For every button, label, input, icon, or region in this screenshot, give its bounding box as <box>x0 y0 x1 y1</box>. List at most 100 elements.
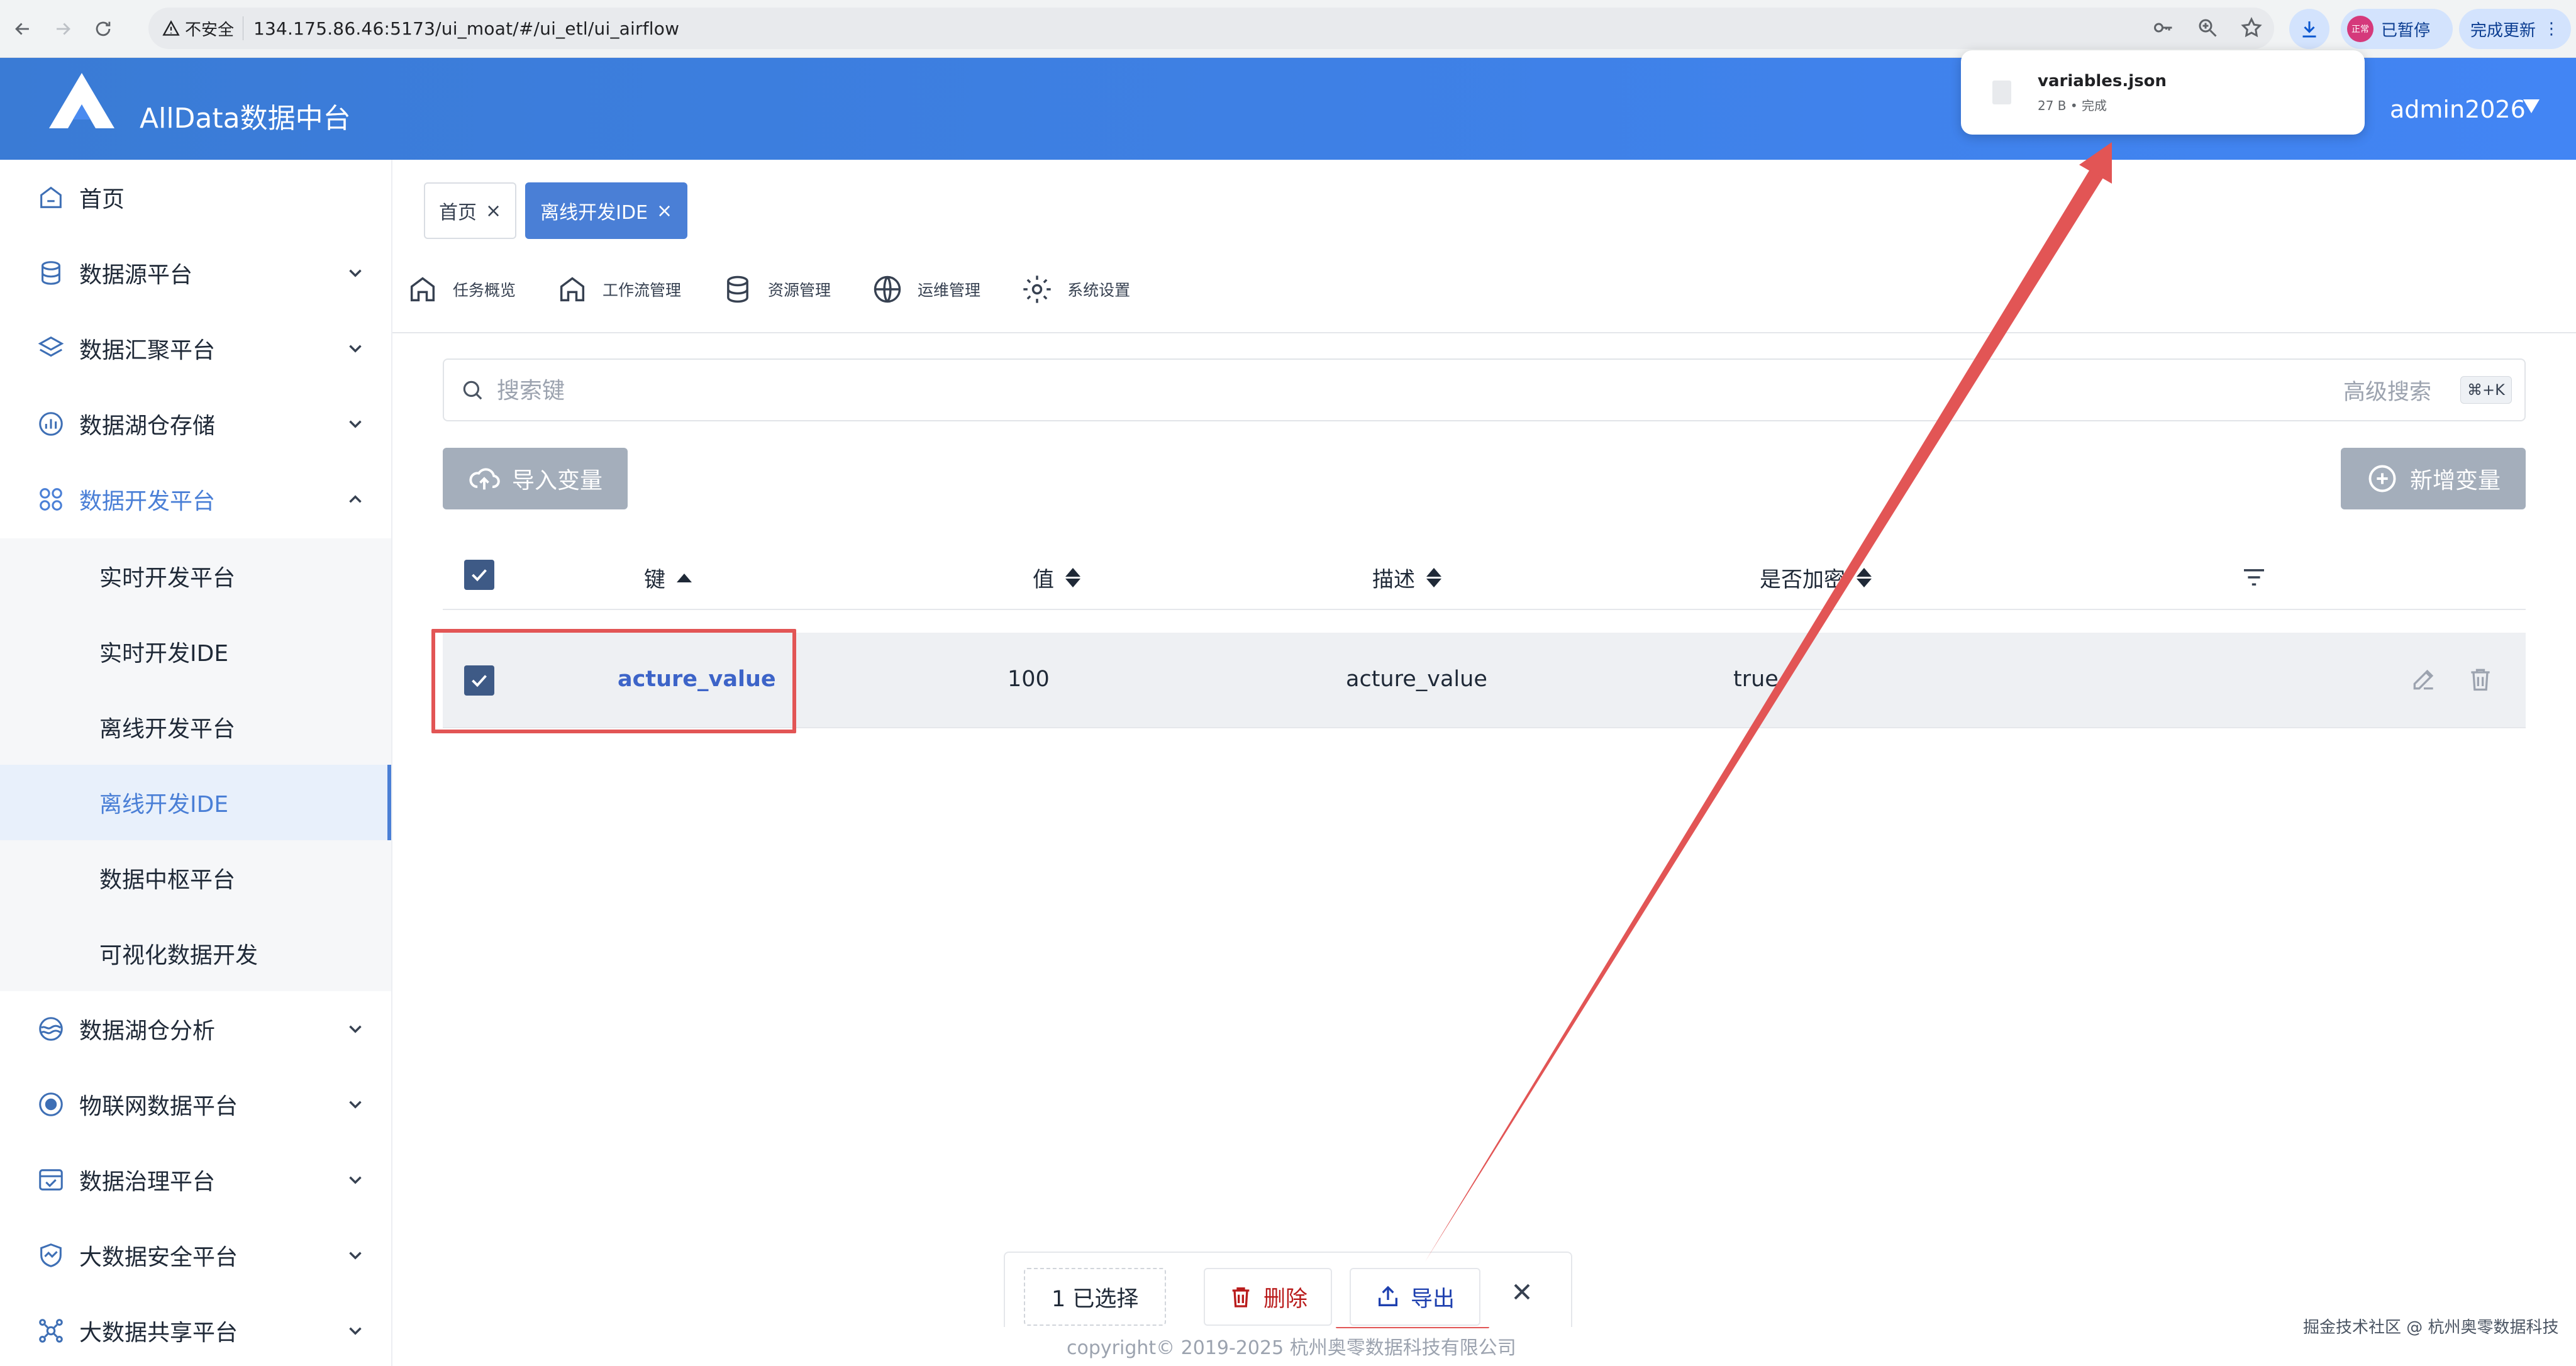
chevron-down-icon <box>345 262 366 284</box>
security-indicator[interactable]: 不安全 <box>162 16 244 40</box>
sidebar-subitem-offline-platform[interactable]: 离线开发平台 <box>0 689 391 765</box>
column-header-description[interactable]: 描述 <box>1372 562 1441 593</box>
toolbar-ops[interactable]: 运维管理 <box>871 267 980 312</box>
sidebar-subitem-label: 可视化数据开发 <box>99 943 258 969</box>
more-vert-icon: ⋮ <box>2543 19 2560 38</box>
sidebar: 首页 数据源平台 数据汇聚平台 数据湖仓存储 数据开发平台 实时开发平台 实时开… <box>0 160 392 1366</box>
chevron-down-icon <box>345 338 366 359</box>
home-icon <box>36 183 65 212</box>
file-icon <box>1992 81 2011 104</box>
sidebar-item-lakehouse-analysis[interactable]: 数据湖仓分析 <box>0 991 391 1067</box>
edit-icon[interactable] <box>2410 665 2438 693</box>
gear-icon <box>1023 275 1051 303</box>
chevron-down-icon <box>345 413 366 435</box>
iot-icon <box>36 1090 65 1119</box>
update-button[interactable]: 完成更新 ⋮ <box>2459 9 2571 49</box>
search-input[interactable] <box>497 374 2132 408</box>
trash-icon[interactable] <box>2467 665 2494 693</box>
sidebar-item-label: 数据湖仓存储 <box>79 413 216 439</box>
sidebar-item-label: 大数据共享平台 <box>79 1320 238 1346</box>
reload-icon[interactable] <box>86 11 121 47</box>
warning-icon <box>162 20 180 36</box>
sort-asc-icon <box>677 573 692 582</box>
database-icon <box>727 275 748 303</box>
user-menu[interactable]: admin2026 <box>2390 96 2526 123</box>
chevron-down-icon <box>345 1320 366 1341</box>
sidebar-subitem-label: 实时开发IDE <box>99 641 229 667</box>
sidebar-item-home[interactable]: 首页 <box>0 160 391 235</box>
column-header-encrypted[interactable]: 是否加密 <box>1760 562 1872 593</box>
column-header-value[interactable]: 值 <box>1033 562 1080 593</box>
sidebar-subitem-visual-dev[interactable]: 可视化数据开发 <box>0 916 391 991</box>
close-icon[interactable] <box>1508 1278 1536 1306</box>
tab-label: 离线开发IDE <box>540 202 648 224</box>
home-icon <box>410 277 435 302</box>
url-text[interactable]: 134.175.86.46:5173/ui_moat/#/ui_etl/ui_a… <box>253 18 679 39</box>
delete-button[interactable]: 删除 <box>1204 1268 1332 1326</box>
sidebar-item-datasource[interactable]: 数据源平台 <box>0 235 391 311</box>
toolbar-task-overview[interactable]: 任务概览 <box>406 267 516 312</box>
forward-icon[interactable] <box>45 11 80 47</box>
search-bar[interactable]: 高级搜索 ⌘+K <box>443 358 2526 421</box>
add-variable-button[interactable]: 新增变量 <box>2341 448 2526 509</box>
download-popup[interactable]: variables.json 27 B • 完成 <box>1961 50 2365 135</box>
sidebar-subitem-label: 离线开发IDE <box>99 792 229 818</box>
sidebar-item-dev-platform[interactable]: 数据开发平台 <box>0 462 391 537</box>
close-icon[interactable]: × <box>657 200 672 222</box>
bulk-action-bar: 1 已选择 删除 导出 <box>1004 1252 1572 1327</box>
layers-icon <box>36 334 65 363</box>
tab-offline-ide[interactable]: 离线开发IDE × <box>525 182 688 239</box>
shield-icon <box>36 1241 65 1270</box>
toolbar-workflow[interactable]: 工作流管理 <box>556 267 681 312</box>
sidebar-subitem-label: 实时开发平台 <box>99 565 236 591</box>
sidebar-item-label: 数据治理平台 <box>79 1169 216 1195</box>
import-variables-button[interactable]: 导入变量 <box>443 448 628 509</box>
sidebar-item-security[interactable]: 大数据安全平台 <box>0 1218 391 1293</box>
toolbar-resources[interactable]: 资源管理 <box>721 267 831 312</box>
download-file-name[interactable]: variables.json <box>2038 72 2167 91</box>
export-button[interactable]: 导出 <box>1350 1268 1480 1326</box>
sidebar-subitem-data-hub[interactable]: 数据中枢平台 <box>0 840 391 916</box>
security-label: 不安全 <box>185 20 235 40</box>
sidebar-item-convergence[interactable]: 数据汇聚平台 <box>0 311 391 386</box>
back-icon[interactable] <box>5 11 40 47</box>
sidebar-item-label: 物联网数据平台 <box>79 1094 238 1119</box>
cell-encrypted: true <box>1733 667 1779 692</box>
sidebar-item-sharing[interactable]: 大数据共享平台 <box>0 1293 391 1366</box>
sidebar-item-label: 数据汇聚平台 <box>79 338 216 364</box>
sort-icon <box>1426 568 1441 587</box>
column-header-key[interactable]: 键 <box>644 562 692 593</box>
sidebar-item-lakehouse-storage[interactable]: 数据湖仓存储 <box>0 386 391 462</box>
sidebar-item-label: 首页 <box>79 187 125 213</box>
toolbar-settings[interactable]: 系统设置 <box>1021 267 1130 312</box>
close-icon[interactable]: × <box>486 200 501 222</box>
sidebar-subitem-label: 离线开发平台 <box>99 716 236 742</box>
module-toolbar: 任务概览 工作流管理 资源管理 运维管理 系统设置 <box>406 267 1170 312</box>
toolbar-label: 工作流管理 <box>602 281 682 299</box>
update-label: 完成更新 <box>2470 21 2536 40</box>
column-label: 值 <box>1033 567 1054 592</box>
address-bar[interactable]: 不安全 134.175.86.46:5173/ui_moat/#/ui_etl/… <box>148 8 2274 49</box>
shortcut-hint: ⌘+K <box>2460 376 2512 404</box>
caret-down-icon[interactable] <box>2523 99 2540 113</box>
sidebar-subitem-realtime-platform[interactable]: 实时开发平台 <box>0 538 391 614</box>
download-icon[interactable] <box>2289 9 2329 49</box>
advanced-search-link[interactable]: 高级搜索 <box>2343 374 2431 406</box>
sidebar-subitem-offline-ide[interactable]: 离线开发IDE <box>0 765 391 840</box>
profile-paused-button[interactable]: 正常 已暂停 <box>2341 9 2453 49</box>
select-all-checkbox[interactable] <box>464 560 494 590</box>
toolbar-label: 任务概览 <box>453 281 516 299</box>
sidebar-item-iot[interactable]: 物联网数据平台 <box>0 1067 391 1142</box>
star-icon[interactable] <box>2240 16 2263 39</box>
zoom-icon[interactable] <box>2196 16 2219 39</box>
filter-icon[interactable] <box>2241 567 2267 587</box>
chevron-down-icon <box>345 1169 366 1191</box>
share-icon <box>36 1316 65 1345</box>
sidebar-subitem-realtime-ide[interactable]: 实时开发IDE <box>0 614 391 689</box>
sidebar-item-governance[interactable]: 数据治理平台 <box>0 1142 391 1218</box>
sidebar-item-label: 数据源平台 <box>79 262 193 288</box>
tab-home[interactable]: 首页 × <box>424 182 517 239</box>
export-label: 导出 <box>1410 1286 1455 1312</box>
key-icon[interactable] <box>2152 16 2175 39</box>
sidebar-item-label: 大数据安全平台 <box>79 1245 238 1270</box>
